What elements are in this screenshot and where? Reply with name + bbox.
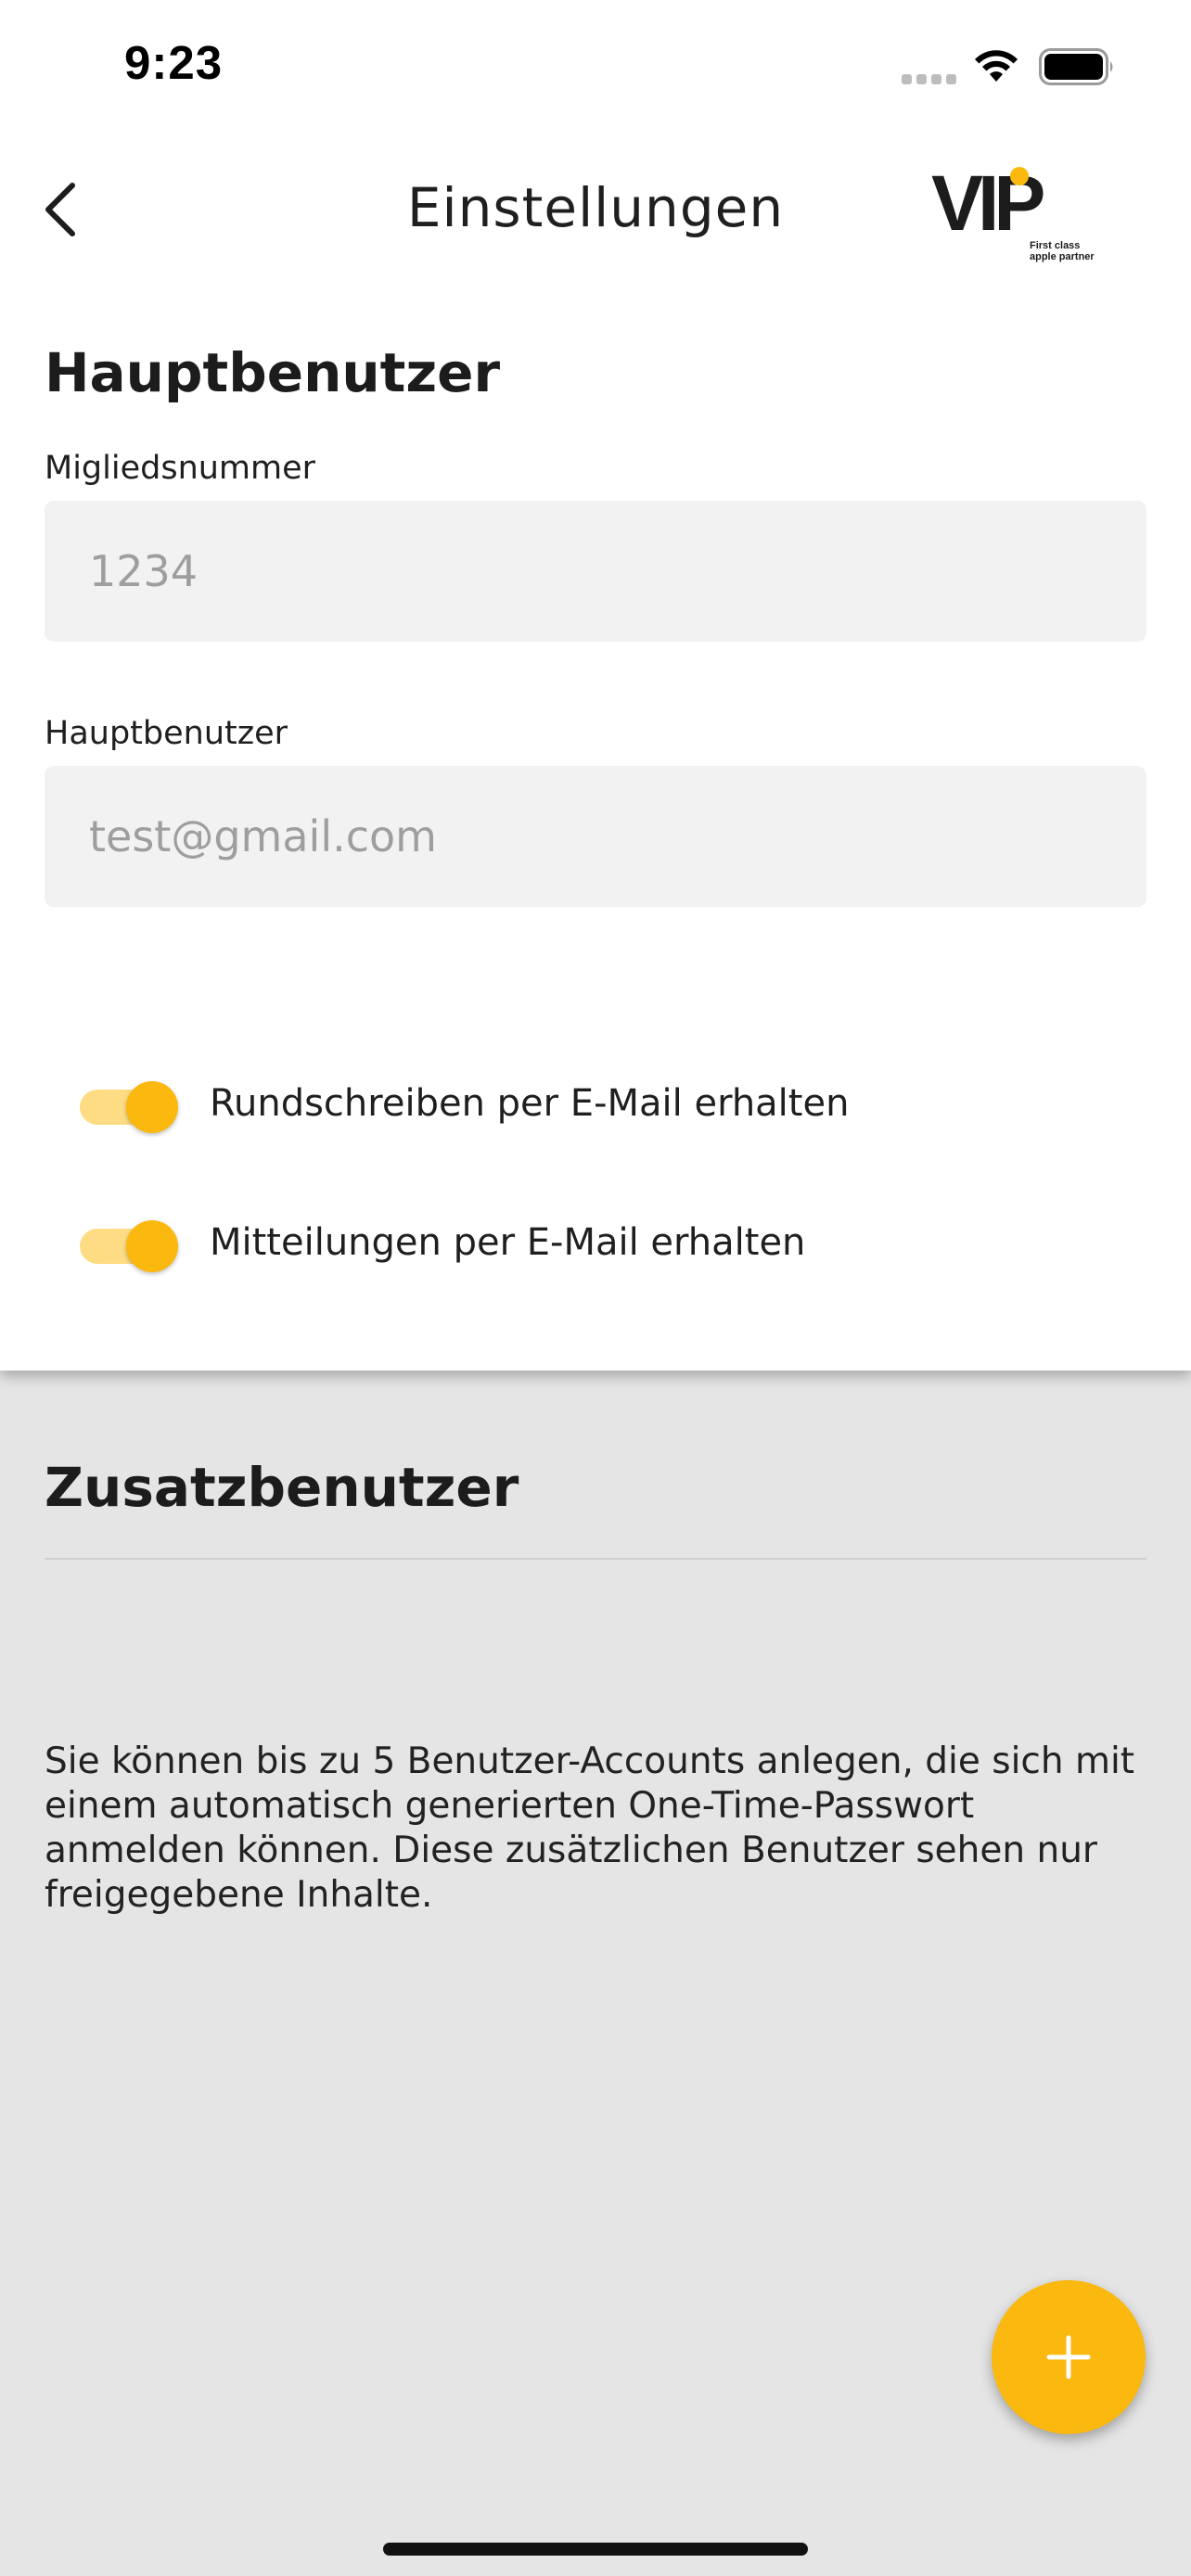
toggle-thumb xyxy=(126,1081,178,1133)
divider xyxy=(45,1558,1146,1560)
newsletter-toggle[interactable] xyxy=(80,1078,180,1136)
nav-bar: Einstellungen VIP First class apple part… xyxy=(0,139,1191,287)
member-number-field[interactable]: 1234 xyxy=(45,501,1146,642)
additional-users-heading: Zusatzbenutzer xyxy=(45,1456,519,1519)
main-user-email-label: Hauptbenutzer xyxy=(45,715,288,752)
member-number-label: Migliedsnummer xyxy=(45,450,316,487)
toggle-thumb xyxy=(126,1220,178,1272)
newsletter-toggle-label: Rundschreiben per E-Mail erhalten xyxy=(210,1082,850,1125)
signal-dots-icon xyxy=(902,74,957,85)
logo-tagline-1: First class xyxy=(1030,240,1080,251)
notifications-toggle-label: Mitteilungen per E-Mail erhalten xyxy=(210,1221,806,1264)
battery-icon xyxy=(1039,48,1113,85)
main-user-panel: 9:23 Einstellungen VIP First class apple… xyxy=(0,0,1191,1371)
additional-users-info: Sie können bis zu 5 Benutzer-Accounts an… xyxy=(45,1741,1135,1916)
vip-logo: VIP First class apple partner xyxy=(931,159,1095,262)
add-user-button[interactable] xyxy=(992,2280,1146,2434)
logo-tagline-2: apple partner xyxy=(1030,251,1095,262)
status-bar: 9:23 xyxy=(0,0,1191,139)
plus-icon xyxy=(1046,2335,1091,2379)
main-user-heading: Hauptbenutzer xyxy=(45,341,501,404)
wifi-icon xyxy=(975,50,1018,82)
notifications-toggle[interactable] xyxy=(80,1218,180,1275)
home-indicator xyxy=(383,2543,808,2556)
main-user-email-field[interactable]: test@gmail.com xyxy=(45,766,1146,907)
newsletter-toggle-row: Rundschreiben per E-Mail erhalten xyxy=(80,1075,1100,1140)
status-time: 9:23 xyxy=(124,36,224,89)
notifications-toggle-row: Mitteilungen per E-Mail erhalten xyxy=(80,1214,1100,1279)
